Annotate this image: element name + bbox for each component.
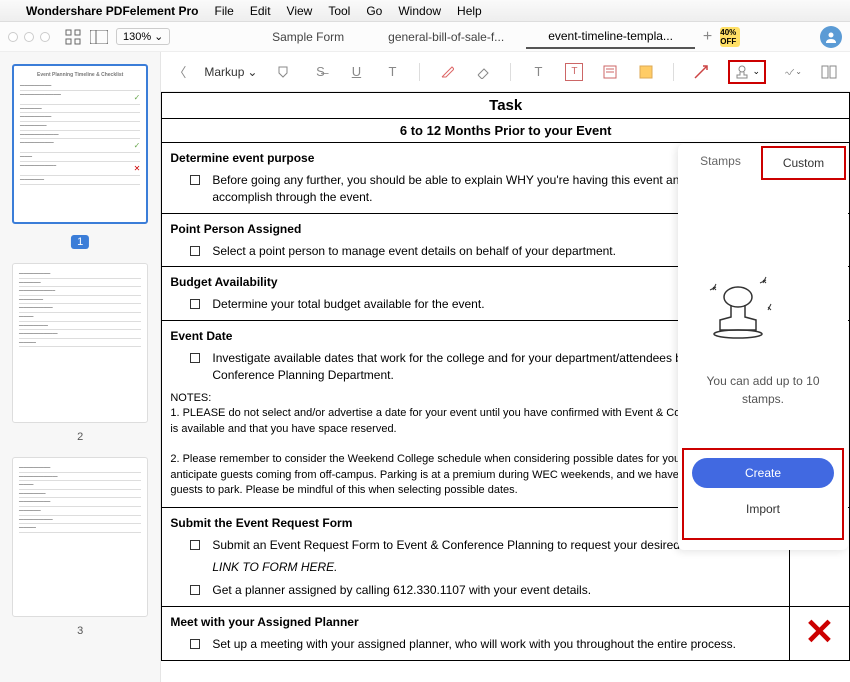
stamp-tool-button[interactable]: ⌄ — [728, 60, 766, 84]
tab-bill-of-sale[interactable]: general-bill-of-sale-f... — [366, 26, 526, 48]
menu-help[interactable]: Help — [457, 4, 482, 18]
document-tabs: Sample Form general-bill-of-sale-f... ev… — [178, 25, 812, 49]
menu-view[interactable]: View — [287, 4, 313, 18]
close-window-button[interactable] — [8, 32, 18, 42]
page-number-1: 1 — [71, 235, 89, 249]
custom-tab[interactable]: Custom — [761, 146, 846, 180]
arrow-tool-icon[interactable] — [692, 63, 710, 81]
page-number-2: 2 — [12, 431, 148, 443]
strikethrough-tool-icon[interactable]: S̶ — [311, 63, 329, 81]
chevron-down-icon: ⌄ — [154, 30, 163, 43]
item-text: Submit an Event Request Form to Event & … — [212, 537, 710, 554]
item-text: LINK TO FORM HERE. — [212, 559, 337, 576]
sticky-note-icon[interactable] — [637, 63, 655, 81]
pencil-tool-icon[interactable] — [438, 63, 456, 81]
checkbox[interactable] — [190, 299, 200, 309]
promo-badge[interactable]: 40% OFF — [720, 27, 740, 47]
text-callout-icon[interactable]: T — [565, 63, 583, 81]
checkbox[interactable] — [190, 639, 200, 649]
divider — [419, 63, 420, 81]
menu-file[interactable]: File — [215, 4, 234, 18]
tab-event-timeline[interactable]: event-timeline-templa... — [526, 25, 695, 49]
checkbox[interactable] — [190, 175, 200, 185]
item-text: Determine your total budget available fo… — [212, 296, 484, 313]
signature-tool-icon[interactable]: ⌄ — [784, 63, 802, 81]
menu-tool[interactable]: Tool — [328, 4, 350, 18]
thumbnail-sidebar: Event Planning Timeline & Checklist ━━━━… — [0, 52, 161, 682]
task-header: Task — [162, 93, 850, 119]
thumbnail-view-icon[interactable] — [64, 28, 82, 46]
back-icon[interactable]: 〈 — [173, 62, 186, 81]
section-title: Meet with your Assigned Planner — [170, 611, 781, 633]
system-menubar: Wondershare PDFelement Pro File Edit Vie… — [0, 0, 850, 22]
tab-sample-form[interactable]: Sample Form — [250, 26, 366, 48]
menu-edit[interactable]: Edit — [250, 4, 271, 18]
content-area: 〈 Markup⌄ S̶ U T T T ⌄ ⌄ — [161, 52, 850, 682]
minimize-window-button[interactable] — [24, 32, 34, 42]
compare-tool-icon[interactable] — [820, 63, 838, 81]
menu-window[interactable]: Window — [398, 4, 441, 18]
page-thumbnail-3[interactable]: ━━━━━━━━━━━━━ ━━━━━━━━━━━━━━━━ ━━━━━━ ━━… — [12, 457, 148, 617]
stamps-tab[interactable]: Stamps — [680, 146, 761, 180]
panel-body: You can add up to 10 stamps. — [678, 182, 848, 438]
maximize-window-button[interactable] — [40, 32, 50, 42]
stamp-panel: Stamps Custom You can add up to 10 stamp… — [678, 144, 848, 550]
panel-tabs: Stamps Custom — [678, 144, 848, 182]
checkbox[interactable] — [190, 353, 200, 363]
stamp-graphic-icon — [698, 272, 828, 352]
eraser-tool-icon[interactable] — [474, 63, 492, 81]
item-text: Get a planner assigned by calling 612.33… — [212, 582, 591, 599]
page-number-3: 3 — [12, 625, 148, 637]
menu-go[interactable]: Go — [366, 4, 382, 18]
window-titlebar: 130% ⌄ Sample Form general-bill-of-sale-… — [0, 22, 850, 52]
markup-dropdown[interactable]: Markup⌄ — [204, 65, 257, 79]
item-text: Set up a meeting with your assigned plan… — [212, 636, 736, 653]
page-thumbnail-2[interactable]: ━━━━━━━━━━━━━ ━━━━━━━━━ ━━━━━━━━━━━━━━━ … — [12, 263, 148, 423]
sidebar-toggle-icon[interactable] — [90, 28, 108, 46]
text-box-icon[interactable]: T — [529, 63, 547, 81]
app-name[interactable]: Wondershare PDFelement Pro — [26, 4, 199, 18]
page-thumbnail-1[interactable]: Event Planning Timeline & Checklist ━━━━… — [12, 64, 148, 224]
window-controls — [8, 32, 50, 42]
panel-message: You can add up to 10 stamps. — [698, 372, 828, 408]
checkbox[interactable] — [190, 585, 200, 595]
item-text: Select a point person to manage event de… — [212, 243, 616, 260]
create-stamp-button[interactable]: Create — [692, 458, 834, 488]
thumb-title: Event Planning Timeline & Checklist — [20, 72, 140, 79]
zoom-value: 130% — [123, 31, 151, 43]
highlight-tool-icon[interactable] — [275, 63, 293, 81]
markup-toolbar: 〈 Markup⌄ S̶ U T T T ⌄ ⌄ — [161, 52, 850, 92]
new-tab-button[interactable]: + — [695, 28, 720, 46]
chevron-down-icon: ⌄ — [752, 66, 760, 77]
underline-tool-icon[interactable]: U — [347, 63, 365, 81]
divider — [510, 63, 511, 81]
user-avatar-icon[interactable] — [820, 26, 842, 48]
squiggly-tool-icon[interactable]: T — [383, 63, 401, 81]
note-icon[interactable] — [601, 63, 619, 81]
checkbox[interactable] — [190, 246, 200, 256]
panel-buttons: Create Import — [682, 448, 844, 540]
divider — [673, 63, 674, 81]
zoom-selector[interactable]: 130% ⌄ — [116, 28, 170, 45]
checkbox[interactable] — [190, 540, 200, 550]
timeframe-header: 6 to 12 Months Prior to your Event — [162, 119, 850, 143]
chevron-down-icon: ⌄ — [247, 65, 257, 79]
import-stamp-button[interactable]: Import — [692, 494, 834, 524]
x-stamp-icon: ✕ — [804, 611, 834, 652]
